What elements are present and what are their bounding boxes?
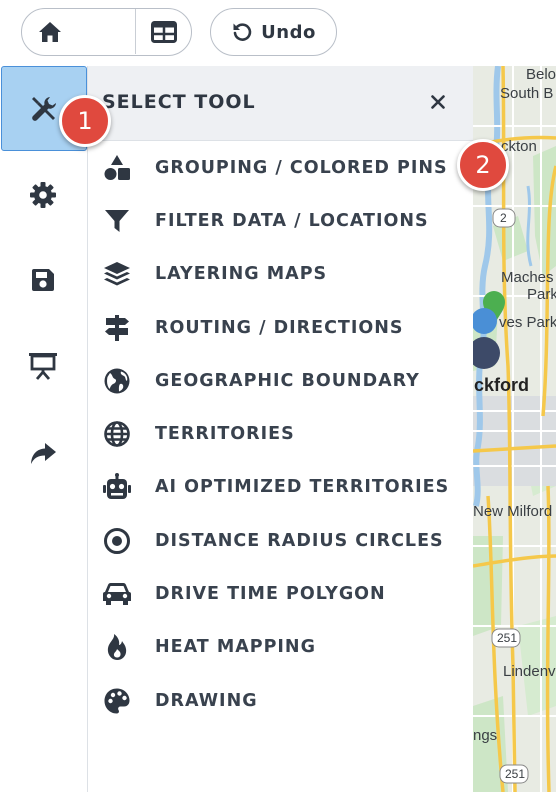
signpost-icon [102,313,132,343]
close-icon [431,95,445,109]
tool-filter-data-locations[interactable]: FILTER DATA / LOCATIONS [88,194,473,247]
view-switcher [21,8,192,56]
map-label: Belo [526,66,556,83]
road-shield-label: 2 [500,211,507,225]
undo-label: Undo [261,21,316,43]
rail-settings-button[interactable] [0,165,86,225]
map-label: ckford [474,375,530,395]
step-badge-1: 1 [59,95,111,147]
layers-icon [102,259,132,289]
home-view-button[interactable] [22,9,77,54]
tool-drive-time-polygon[interactable]: DRIVE TIME POLYGON [88,567,473,620]
rail-share-button[interactable] [0,424,86,484]
tool-drawing[interactable]: DRAWING [88,674,473,727]
share-icon [31,443,56,464]
tool-heat-mapping[interactable]: HEAT MAPPING [88,621,473,674]
shapes-icon [102,153,132,183]
map-label: ckton [501,138,537,155]
flame-icon [102,632,132,662]
map-label: Lindenv [503,663,556,680]
road-shield-label: 251 [505,767,526,781]
road-shield-label: 251 [497,631,518,645]
rail-present-button[interactable] [0,336,86,396]
close-button[interactable] [426,90,450,114]
tools-icon [32,96,56,121]
map-label: ngs [473,727,498,744]
radius-icon [102,526,132,556]
map-label: Park [527,286,556,303]
select-tool-panel: SELECT TOOL GROUPING / COLORED PINS FILT… [88,66,473,792]
presentation-icon [29,353,57,380]
panel-title: SELECT TOOL [102,91,256,113]
table-icon [150,20,177,43]
robot-icon [102,472,132,502]
tool-layering-maps[interactable]: LAYERING MAPS [88,248,473,301]
table-view-button[interactable] [135,9,191,54]
left-rail [0,66,88,792]
tool-territories[interactable]: TERRITORIES [88,407,473,460]
map-label: South B [500,85,554,102]
car-icon [102,579,132,609]
filter-icon [102,206,132,236]
palette-icon [102,686,132,716]
top-toolbar: Undo [0,0,556,66]
tool-list: GROUPING / COLORED PINS FILTER DATA / LO… [88,141,473,727]
map-label: Maches [501,269,554,286]
map-label: ves Park [499,314,556,331]
globe-icon [102,366,132,396]
gear-icon [30,182,56,208]
tool-geographic-boundary[interactable]: GEOGRAPHIC BOUNDARY [88,354,473,407]
save-icon [32,269,54,291]
home-icon [38,21,61,42]
grid-globe-icon [102,419,132,449]
step-badge-2: 2 [457,139,509,191]
tool-routing-directions[interactable]: ROUTING / DIRECTIONS [88,301,473,354]
undo-icon [233,23,252,41]
tool-ai-optimized-territories[interactable]: AI OPTIMIZED TERRITORIES [88,461,473,514]
tool-grouping-colored-pins[interactable]: GROUPING / COLORED PINS [88,141,473,194]
map-label: New Milford [473,503,553,520]
rail-save-button[interactable] [0,250,86,310]
panel-header: SELECT TOOL [88,66,473,141]
tool-distance-radius-circles[interactable]: DISTANCE RADIUS CIRCLES [88,514,473,567]
undo-button[interactable]: Undo [210,8,337,56]
